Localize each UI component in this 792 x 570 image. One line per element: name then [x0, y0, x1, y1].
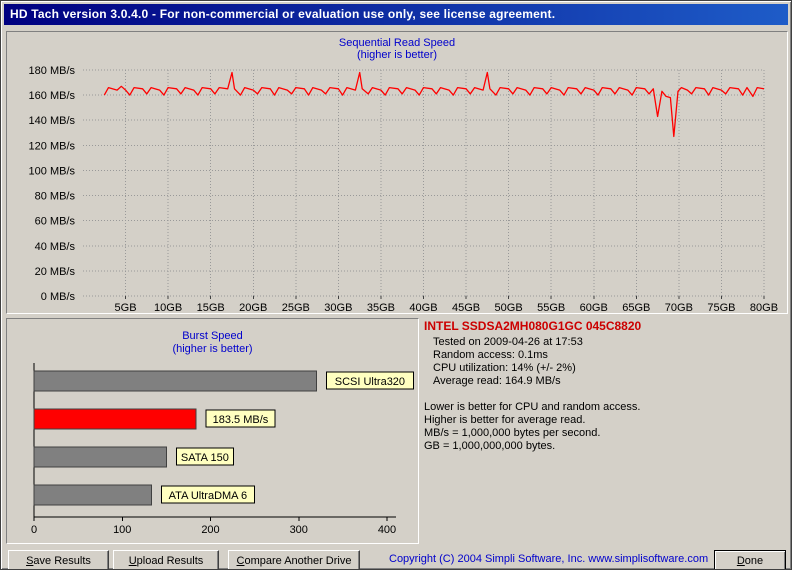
burst-chart-subtitle: (higher is better) — [7, 343, 418, 355]
note-line: GB = 1,000,000,000 bytes. — [424, 440, 788, 453]
svg-text:5GB: 5GB — [115, 302, 137, 314]
svg-text:200: 200 — [201, 524, 219, 536]
sequential-read-chart: 0 MB/s 20 MB/s 40 MB/s 60 MB/s 80 MB/s 100 MB… — [8, 62, 786, 314]
svg-text:180 MB/s: 180 MB/s — [29, 65, 76, 77]
copyright-text: Copyright (C) 2004 Simpli Software, Inc.… — [389, 553, 708, 565]
svg-text:40 MB/s: 40 MB/s — [35, 241, 76, 253]
cpu-utilization-line: CPU utilization: 14% (+/- 2%) — [433, 362, 788, 375]
upload-results-button[interactable]: Upload Results — [113, 550, 219, 570]
sequential-read-panel: Sequential Read Speed (higher is better)… — [6, 31, 788, 314]
burst-chart-title: Burst Speed — [7, 330, 418, 342]
drive-info-panel: INTEL SSDSA2MH080G1GC 045C8820 Tested on… — [424, 319, 788, 453]
hd-tach-window: HD Tach version 3.0.4.0 - For non-commer… — [0, 0, 792, 570]
svg-text:160 MB/s: 160 MB/s — [29, 90, 76, 102]
svg-text:70GB: 70GB — [665, 302, 693, 314]
note-line: Lower is better for CPU and random acces… — [424, 401, 788, 414]
svg-text:20 MB/s: 20 MB/s — [35, 266, 76, 278]
notes-block: Lower is better for CPU and random acces… — [424, 401, 788, 453]
compare-another-drive-button[interactable]: Compare Another Drive — [228, 550, 360, 570]
svg-text:183.5 MB/s: 183.5 MB/s — [213, 414, 269, 426]
svg-text:20GB: 20GB — [239, 302, 267, 314]
note-line: Higher is better for average read. — [424, 414, 788, 427]
svg-text:SATA 150: SATA 150 — [181, 452, 229, 464]
random-access-line: Random access: 0.1ms — [433, 349, 788, 362]
svg-text:SCSI Ultra320: SCSI Ultra320 — [335, 376, 405, 388]
svg-text:10GB: 10GB — [154, 302, 182, 314]
drive-model: INTEL SSDSA2MH080G1GC 045C8820 — [424, 319, 788, 333]
sequential-chart-subtitle: (higher is better) — [7, 49, 787, 61]
svg-text:45GB: 45GB — [452, 302, 480, 314]
svg-text:75GB: 75GB — [707, 302, 735, 314]
svg-text:80 MB/s: 80 MB/s — [35, 191, 76, 203]
svg-text:30GB: 30GB — [324, 302, 352, 314]
title-bar: HD Tach version 3.0.4.0 - For non-commer… — [4, 4, 788, 25]
done-button[interactable]: Done — [714, 550, 786, 570]
svg-text:25GB: 25GB — [282, 302, 310, 314]
svg-text:65GB: 65GB — [622, 302, 650, 314]
svg-text:300: 300 — [290, 524, 308, 536]
svg-text:60 MB/s: 60 MB/s — [35, 216, 76, 228]
note-line: MB/s = 1,000,000 bytes per second. — [424, 427, 788, 440]
tested-on-line: Tested on 2009-04-26 at 17:53 — [433, 336, 788, 349]
svg-text:35GB: 35GB — [367, 302, 395, 314]
svg-text:100 MB/s: 100 MB/s — [29, 165, 76, 177]
svg-text:50GB: 50GB — [495, 302, 523, 314]
svg-text:60GB: 60GB — [580, 302, 608, 314]
svg-text:120 MB/s: 120 MB/s — [29, 140, 76, 152]
svg-text:40GB: 40GB — [409, 302, 437, 314]
svg-text:55GB: 55GB — [537, 302, 565, 314]
window-title: HD Tach version 3.0.4.0 - For non-commer… — [10, 7, 555, 21]
svg-text:15GB: 15GB — [197, 302, 225, 314]
save-results-button[interactable]: Save Results — [8, 550, 109, 570]
svg-text:0 MB/s: 0 MB/s — [41, 291, 76, 303]
svg-text:0: 0 — [31, 524, 37, 536]
svg-text:100: 100 — [113, 524, 131, 536]
svg-text:80GB: 80GB — [750, 302, 778, 314]
svg-text:140 MB/s: 140 MB/s — [29, 115, 76, 127]
burst-speed-chart: 0 100 200 300 400 SCSI Ultra320 183.5 MB/s SATA… — [8, 355, 418, 541]
burst-speed-panel: Burst Speed (higher is better) 0 100 200 30… — [6, 318, 419, 544]
svg-text:400: 400 — [378, 524, 396, 536]
average-read-line: Average read: 164.9 MB/s — [433, 375, 788, 388]
sequential-chart-title: Sequential Read Speed — [7, 37, 787, 49]
svg-text:ATA UltraDMA 6: ATA UltraDMA 6 — [169, 490, 247, 502]
